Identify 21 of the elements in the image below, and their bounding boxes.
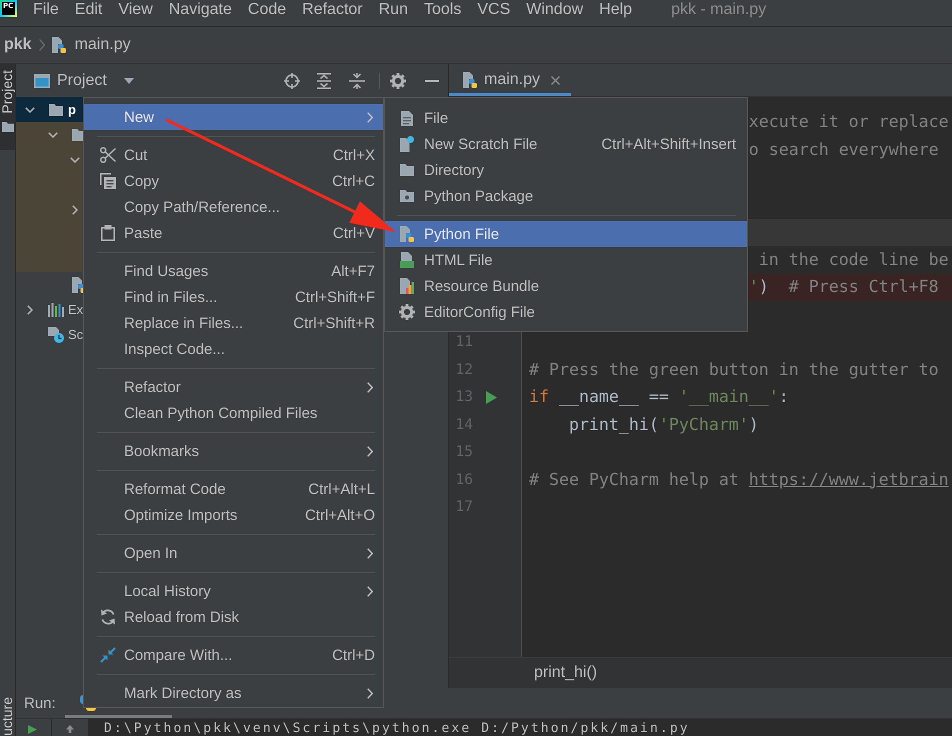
panel-title: Run:	[24, 694, 56, 712]
code-line: ') # Press Ctrl+F8	[748, 277, 939, 298]
shortcut-text: Ctrl+D	[332, 646, 375, 664]
code-line: if __name__ == '__main__':	[529, 387, 789, 408]
shortcut-text: Alt+F7	[331, 262, 375, 280]
shortcut-text: Ctrl+X	[332, 146, 375, 164]
code-line: # Press the green button in the gutter to	[529, 360, 939, 380]
shortcut-text: Ctrl+Shift+R	[293, 314, 375, 332]
shortcut-text: Ctrl+C	[332, 172, 375, 190]
shortcut-text: Ctrl+Alt+O	[304, 506, 375, 524]
code-line: o search everywhere	[748, 140, 939, 160]
code-line: xecute it or replace	[748, 112, 949, 132]
code-line: in the code line be	[758, 250, 949, 270]
console-output: D:\Python\pkk\venv\Scripts\python.exe D:/Python/pkk/main.py	[104, 721, 690, 736]
code-line: # See PyCharm help at https://www.jetbrain	[529, 470, 949, 490]
window-title: pkk - main.py	[671, 0, 766, 20]
shortcut-text: Ctrl+Shift+F	[294, 288, 375, 306]
code-line: print_hi('PyCharm')	[568, 414, 759, 435]
shortcut-text: Ctrl+Alt+Shift+Insert	[601, 136, 736, 152]
shortcut-text: Ctrl+Alt+L	[308, 480, 375, 498]
shortcut-text: Ctrl+V	[332, 224, 375, 242]
